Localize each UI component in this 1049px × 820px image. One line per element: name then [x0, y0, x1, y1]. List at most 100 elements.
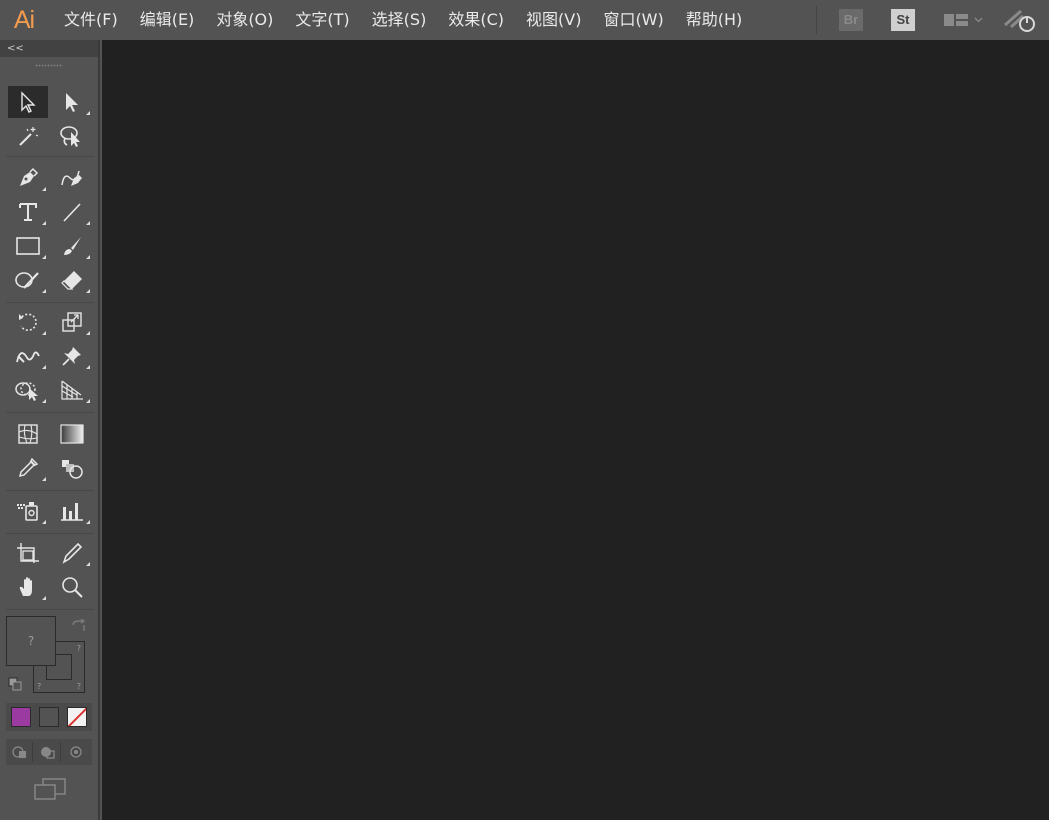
tool-row — [0, 120, 100, 154]
panel-grip[interactable] — [0, 57, 98, 73]
lasso-tool[interactable] — [52, 120, 92, 152]
draw-normal-button[interactable] — [8, 742, 33, 762]
selection-tool[interactable] — [8, 86, 48, 118]
scale-tool[interactable] — [52, 306, 92, 338]
tool-group-divider — [6, 412, 94, 413]
draw-inside-icon — [70, 746, 82, 758]
type-tool[interactable] — [8, 196, 48, 228]
tool-row — [0, 306, 100, 340]
curvature-tool[interactable] — [52, 162, 92, 194]
flyout-indicator — [86, 399, 90, 403]
rectangle-icon — [16, 237, 40, 255]
stroke-unknown-mid: ? — [37, 682, 42, 691]
menu-select[interactable]: 选择(S) — [361, 0, 438, 40]
tool-row — [0, 537, 100, 571]
draw-mode-controls — [6, 739, 92, 765]
rectangle-tool[interactable] — [8, 230, 48, 262]
default-fill-stroke-button[interactable] — [8, 676, 22, 695]
menu-view[interactable]: 视图(V) — [515, 0, 592, 40]
menu-help[interactable]: 帮助(H) — [675, 0, 754, 40]
screen-mode-button[interactable] — [33, 777, 67, 805]
sync-settings-icon — [1004, 9, 1035, 32]
selection-arrow-icon — [21, 91, 36, 113]
paintbrush-tool[interactable] — [52, 230, 92, 262]
fill-swatch[interactable]: ? — [6, 616, 56, 666]
swap-fill-stroke-button[interactable] — [70, 618, 88, 639]
workspace-switcher-button[interactable] — [943, 12, 983, 28]
draw-inside-button[interactable] — [64, 742, 88, 762]
flyout-indicator — [42, 187, 46, 191]
flyout-indicator — [86, 331, 90, 335]
flyout-indicator — [42, 520, 46, 524]
panel-collapse-button[interactable]: << — [0, 40, 98, 57]
menu-bar: Ai 文件(F) 编辑(E) 对象(O) 文字(T) 选择(S) 效果(C) 视… — [0, 0, 1049, 40]
scale-icon — [62, 312, 82, 332]
flyout-indicator — [86, 221, 90, 225]
eyedropper-tool[interactable] — [8, 452, 48, 484]
flyout-indicator — [42, 255, 46, 259]
flyout-indicator — [42, 596, 46, 600]
screen-mode-icon — [34, 778, 66, 800]
shaper-tool[interactable] — [8, 264, 48, 296]
column-graph-tool[interactable] — [52, 495, 92, 527]
perspective-grid-tool[interactable] — [52, 374, 92, 406]
none-mode-button[interactable] — [67, 707, 87, 727]
puppet-warp-tool[interactable] — [52, 340, 92, 372]
tool-group-divider — [6, 609, 94, 610]
hand-icon — [19, 577, 32, 596]
menu-type[interactable]: 文字(T) — [284, 0, 360, 40]
tools-panel: << ? ? ? ? — [0, 40, 100, 820]
tool-row — [0, 571, 100, 605]
line-segment-tool[interactable] — [52, 196, 92, 228]
flyout-indicator — [86, 289, 90, 293]
fill-stroke-controls: ? ? ? ? — [0, 615, 100, 695]
symbol-sprayer-tool[interactable] — [8, 495, 48, 527]
grip-dots-icon — [35, 63, 63, 67]
warp-tool[interactable] — [8, 340, 48, 372]
blend-icon — [62, 460, 83, 479]
workspace-switcher-icon — [944, 14, 983, 26]
mesh-tool[interactable] — [8, 418, 48, 450]
stroke-unknown-bottom: ? — [76, 682, 81, 691]
magic-wand-icon — [19, 127, 39, 146]
zoom-tool[interactable] — [52, 571, 92, 603]
magic-wand-tool[interactable] — [8, 120, 48, 152]
magnifier-icon — [62, 577, 83, 598]
eraser-tool[interactable] — [52, 264, 92, 296]
flyout-indicator — [86, 562, 90, 566]
rotate-tool[interactable] — [8, 306, 48, 338]
flyout-indicator — [86, 255, 90, 259]
flyout-indicator — [42, 289, 46, 293]
artboard-icon — [17, 543, 39, 563]
gradient-mode-button[interactable] — [39, 707, 59, 727]
direct-selection-tool[interactable] — [52, 86, 92, 118]
shape-builder-tool[interactable] — [8, 374, 48, 406]
pen-tool[interactable] — [8, 162, 48, 194]
stock-button[interactable]: St — [891, 9, 915, 31]
sync-settings-button[interactable] — [1003, 7, 1037, 33]
artboard-tool[interactable] — [8, 537, 48, 569]
curvature-pen-icon — [61, 170, 82, 186]
swap-arrow-icon — [72, 618, 86, 631]
menu-window[interactable]: 窗口(W) — [592, 0, 674, 40]
menu-edit[interactable]: 编辑(E) — [129, 0, 206, 40]
blend-tool[interactable] — [52, 452, 92, 484]
tool-row — [0, 162, 100, 196]
slice-tool[interactable] — [52, 537, 92, 569]
perspective-grid-icon — [61, 380, 83, 400]
hand-tool[interactable] — [8, 571, 48, 603]
bridge-button[interactable]: Br — [839, 9, 863, 31]
document-canvas-area[interactable] — [102, 40, 1049, 820]
flyout-indicator — [42, 221, 46, 225]
eyedropper-icon — [18, 457, 39, 478]
menu-object[interactable]: 对象(O) — [205, 0, 284, 40]
color-mode-button[interactable] — [11, 707, 31, 727]
menu-file[interactable]: 文件(F) — [53, 0, 129, 40]
gradient-tool[interactable] — [52, 418, 92, 450]
shaper-icon — [15, 272, 39, 289]
menu-effect[interactable]: 效果(C) — [437, 0, 515, 40]
tool-row — [0, 418, 100, 452]
flyout-indicator — [86, 520, 90, 524]
draw-behind-button[interactable] — [36, 742, 61, 762]
draw-behind-icon — [41, 747, 55, 759]
